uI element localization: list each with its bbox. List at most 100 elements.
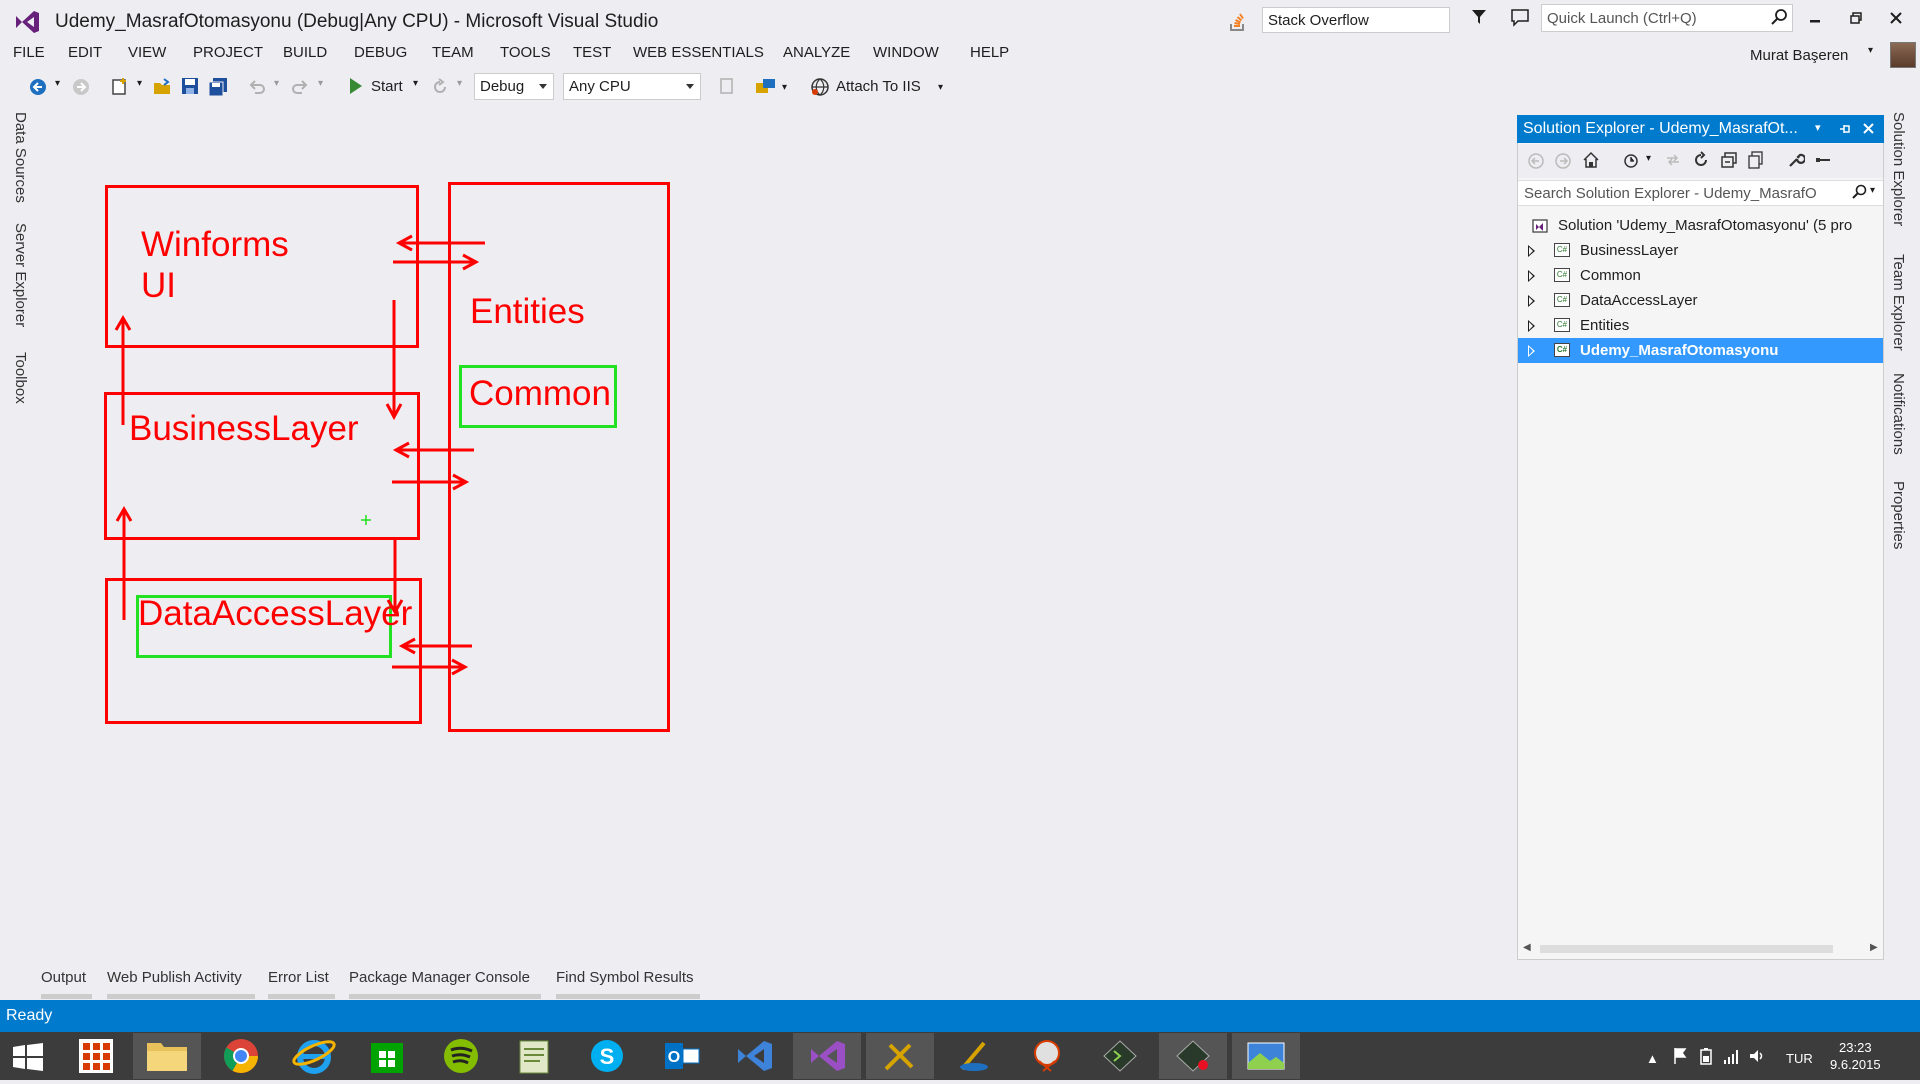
project-label: Entities bbox=[1580, 317, 1630, 334]
user-name[interactable]: Murat Başeren bbox=[1750, 47, 1848, 64]
quick-launch-input[interactable]: Quick Launch (Ctrl+Q) bbox=[1541, 4, 1793, 32]
volume-icon[interactable] bbox=[1748, 1047, 1766, 1065]
filter-icon[interactable] bbox=[1470, 8, 1488, 26]
preview-selected-items-icon[interactable] bbox=[1814, 151, 1832, 169]
input-language-indicator[interactable]: TUR bbox=[1786, 1051, 1813, 1066]
stack-overflow-search-input[interactable]: Stack Overflow bbox=[1262, 7, 1450, 33]
tab-team-explorer[interactable]: Team Explorer bbox=[1890, 254, 1907, 351]
spreadsheet-icon bbox=[1176, 1040, 1210, 1072]
taskbar-outlook[interactable]: O bbox=[647, 1033, 715, 1079]
filter-chevron-icon[interactable]: ▾ bbox=[1646, 153, 1651, 164]
taskbar-snipping-tool[interactable] bbox=[1013, 1033, 1081, 1079]
taskbar-store[interactable] bbox=[353, 1033, 421, 1079]
action-center-flag-icon[interactable] bbox=[1672, 1047, 1688, 1065]
project-label: DataAccessLayer bbox=[1580, 292, 1698, 309]
taskbar-app-grid[interactable] bbox=[63, 1033, 131, 1079]
taskbar-chrome[interactable] bbox=[207, 1033, 275, 1079]
taskbar-internet-explorer[interactable] bbox=[280, 1033, 348, 1079]
collapse-all-icon[interactable] bbox=[1720, 151, 1738, 169]
expand-arrow-icon[interactable] bbox=[1528, 245, 1535, 257]
taskbar-spotify[interactable] bbox=[427, 1033, 495, 1079]
diagram-arrows bbox=[114, 234, 485, 676]
outlook-icon: O bbox=[665, 1043, 700, 1069]
panel-menu-chevron-icon[interactable]: ▾ bbox=[1815, 121, 1821, 134]
restore-button[interactable] bbox=[1840, 6, 1872, 30]
taskbar-excel-app[interactable] bbox=[1159, 1033, 1227, 1079]
globe-icon[interactable] bbox=[810, 77, 830, 97]
menu-analyze[interactable]: ANALYZE bbox=[783, 44, 850, 61]
tree-item-dataaccesslayer[interactable]: C# DataAccessLayer bbox=[1518, 288, 1883, 313]
tree-item-udemy-masrafotomasyonu[interactable]: C# Udemy_MasrafOtomasyonu bbox=[1518, 338, 1883, 363]
expand-arrow-icon[interactable] bbox=[1528, 295, 1535, 307]
pending-changes-filter-icon[interactable] bbox=[1622, 151, 1640, 169]
taskbar-skype[interactable]: S bbox=[573, 1033, 641, 1079]
avatar[interactable] bbox=[1890, 42, 1916, 68]
back-icon[interactable] bbox=[1527, 152, 1545, 170]
taskbar-paint[interactable] bbox=[940, 1033, 1008, 1079]
scroll-left-icon[interactable]: ◀ bbox=[1523, 942, 1531, 953]
windows-start-icon[interactable] bbox=[12, 1043, 44, 1071]
find-in-files-icon[interactable] bbox=[718, 77, 736, 95]
taskbar-visual-studio-purple[interactable] bbox=[793, 1033, 861, 1079]
tab-notifications[interactable]: Notifications bbox=[1890, 373, 1907, 455]
taskbar-visual-studio-blue[interactable] bbox=[720, 1033, 788, 1079]
taskbar-photos[interactable] bbox=[1232, 1033, 1300, 1079]
battery-icon[interactable] bbox=[1698, 1047, 1714, 1065]
user-menu-chevron-down-icon[interactable]: ▾ bbox=[1868, 45, 1873, 56]
tab-output[interactable]: Output bbox=[41, 969, 86, 986]
minimize-button[interactable] bbox=[1799, 6, 1831, 30]
snipping-tool-icon bbox=[1034, 1040, 1060, 1072]
pin-icon[interactable] bbox=[1838, 122, 1852, 136]
browser-link-chevron-icon[interactable]: ▾ bbox=[782, 82, 787, 93]
tab-solution-explorer[interactable]: Solution Explorer bbox=[1890, 112, 1907, 226]
tree-item-entities[interactable]: C# Entities bbox=[1518, 313, 1883, 338]
refresh-icon[interactable] bbox=[1692, 151, 1710, 169]
feedback-icon[interactable] bbox=[1510, 8, 1530, 28]
browser-link-icon[interactable] bbox=[755, 77, 777, 97]
properties-wrench-icon[interactable] bbox=[1787, 151, 1805, 169]
forward-icon[interactable] bbox=[1554, 152, 1572, 170]
expand-arrow-icon[interactable] bbox=[1528, 345, 1535, 357]
project-label: Udemy_MasrafOtomasyonu bbox=[1580, 342, 1779, 359]
expand-arrow-icon[interactable] bbox=[1528, 270, 1535, 282]
taskbar-tools-app[interactable] bbox=[866, 1033, 934, 1079]
tab-web-publish-activity[interactable]: Web Publish Activity bbox=[107, 969, 242, 986]
solution-explorer-header: Solution Explorer - Udemy_MasrafOt... bbox=[1517, 115, 1884, 143]
spotify-icon bbox=[444, 1039, 478, 1073]
horizontal-scrollbar[interactable] bbox=[1540, 945, 1833, 953]
tab-package-manager-console[interactable]: Package Manager Console bbox=[349, 969, 530, 986]
tab-properties[interactable]: Properties bbox=[1890, 481, 1907, 549]
skype-icon: S bbox=[591, 1040, 623, 1072]
attach-to-iis-button[interactable]: Attach To IIS bbox=[836, 78, 921, 95]
menu-help[interactable]: HELP bbox=[970, 44, 1009, 61]
tree-item-common[interactable]: C# Common bbox=[1518, 263, 1883, 288]
tab-underline bbox=[268, 994, 335, 999]
clock-date: 9.6.2015 bbox=[1830, 1057, 1881, 1072]
stack-overflow-icon[interactable] bbox=[1227, 10, 1249, 32]
scroll-right-icon[interactable]: ▶ bbox=[1870, 942, 1878, 953]
expand-arrow-icon[interactable] bbox=[1528, 320, 1535, 332]
tab-find-symbol-results[interactable]: Find Symbol Results bbox=[556, 969, 694, 986]
show-hidden-icons-icon[interactable]: ▲ bbox=[1646, 1051, 1659, 1066]
show-all-files-icon[interactable] bbox=[1747, 151, 1765, 169]
taskbar-terminal[interactable] bbox=[1086, 1033, 1154, 1079]
tree-solution-node[interactable]: Solution 'Udemy_MasrafOtomasyonu' (5 pro bbox=[1518, 213, 1883, 238]
toolbar-overflow-chevron-icon[interactable]: ▾ bbox=[938, 82, 943, 93]
close-window-button[interactable] bbox=[1880, 6, 1912, 30]
home-icon[interactable] bbox=[1582, 151, 1600, 169]
taskbar-file-explorer[interactable] bbox=[133, 1033, 201, 1079]
search-icon[interactable] bbox=[1770, 8, 1788, 26]
system-clock[interactable]: 23:23 9.6.2015 bbox=[1830, 1039, 1881, 1073]
sync-icon[interactable] bbox=[1664, 151, 1682, 169]
tree-item-businesslayer[interactable]: C# BusinessLayer bbox=[1518, 238, 1883, 263]
tab-error-list[interactable]: Error List bbox=[268, 969, 329, 986]
network-signal-icon[interactable] bbox=[1722, 1047, 1740, 1065]
taskbar-notepad[interactable] bbox=[500, 1033, 568, 1079]
menu-window[interactable]: WINDOW bbox=[873, 44, 939, 61]
solution-explorer-search-input[interactable]: Search Solution Explorer - Udemy_MasrafO bbox=[1518, 180, 1883, 206]
paint-icon bbox=[960, 1041, 988, 1071]
search-icon[interactable] bbox=[1851, 184, 1867, 200]
search-options-chevron-icon[interactable]: ▾ bbox=[1870, 185, 1875, 196]
app-grid-icon bbox=[79, 1039, 113, 1073]
close-panel-icon[interactable] bbox=[1862, 122, 1875, 135]
